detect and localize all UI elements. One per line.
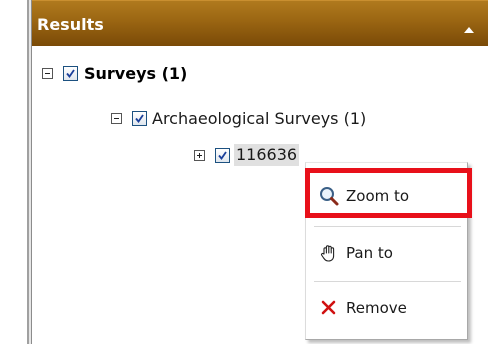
menu-divider	[314, 226, 461, 227]
menu-divider	[314, 281, 461, 282]
hand-icon	[318, 242, 340, 264]
panel-left-border	[0, 0, 32, 344]
record-116636-checkbox[interactable]	[215, 147, 230, 163]
menu-item-label: Pan to	[346, 244, 393, 262]
collapse-tree-icon[interactable]	[42, 68, 53, 79]
tree-node-archaeological-surveys: Archaeological Surveys (1)	[111, 109, 366, 128]
menu-item-zoom-to[interactable]: Zoom to	[318, 185, 409, 207]
collapse-icon[interactable]	[460, 21, 478, 35]
tree-label-surveys[interactable]: Surveys (1)	[84, 64, 187, 83]
collapse-tree-icon[interactable]	[111, 113, 122, 124]
panel-header: Results	[32, 0, 488, 46]
tree-label-116636[interactable]: 116636	[234, 144, 300, 166]
tree-node-116636: 116636	[194, 144, 300, 166]
magnifier-icon	[318, 185, 340, 207]
expand-tree-icon[interactable]	[194, 149, 205, 161]
menu-item-label: Zoom to	[346, 187, 410, 205]
menu-item-label: Remove	[346, 299, 407, 317]
tree-node-surveys: Surveys (1)	[42, 64, 187, 83]
context-menu: Zoom to Pan to Remove	[305, 162, 468, 340]
menu-item-remove[interactable]: Remove	[318, 297, 407, 319]
surveys-checkbox[interactable]	[63, 66, 78, 81]
menu-item-pan-to[interactable]: Pan to	[318, 242, 393, 264]
tree-label-archaeological-surveys[interactable]: Archaeological Surveys (1)	[152, 109, 366, 128]
red-x-icon	[318, 297, 340, 319]
archaeological-surveys-checkbox[interactable]	[132, 111, 147, 126]
panel-title: Results	[37, 15, 104, 34]
